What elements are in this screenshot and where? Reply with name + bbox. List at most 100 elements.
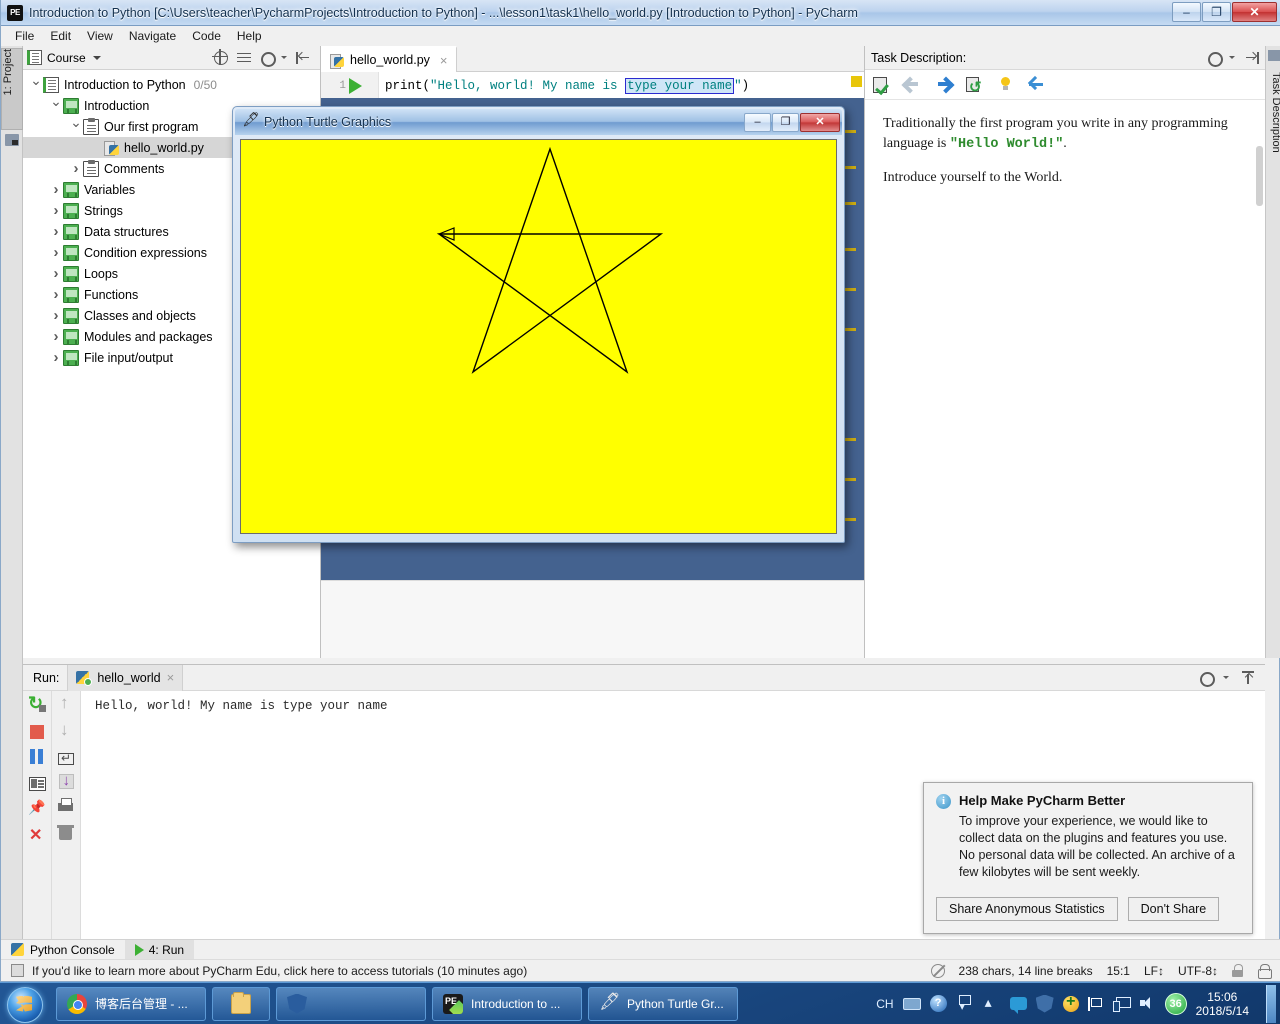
chevron-right-icon[interactable]: [49, 349, 63, 366]
gear-icon[interactable]: [1207, 51, 1223, 67]
clock[interactable]: 15:06 2018/5/14: [1196, 990, 1255, 1018]
chat-icon[interactable]: [1009, 997, 1027, 1014]
ime-options-icon[interactable]: [956, 994, 974, 1013]
answer-placeholder[interactable]: type your name: [625, 78, 735, 94]
rerun-icon[interactable]: [28, 693, 46, 714]
gear-icon[interactable]: [1199, 671, 1215, 687]
sidebar-tab-project[interactable]: 1: Project: [1, 48, 23, 130]
close-tab-icon[interactable]: ×: [440, 53, 448, 68]
task-description-icon[interactable]: [1268, 50, 1280, 61]
message-icon[interactable]: [11, 964, 24, 977]
minimize-button[interactable]: –: [744, 112, 771, 132]
menu-navigate[interactable]: Navigate: [121, 27, 184, 45]
chevron-right-icon[interactable]: [49, 223, 63, 240]
menu-help[interactable]: Help: [229, 27, 270, 45]
chevron-down-icon[interactable]: [49, 97, 63, 114]
soft-wrap-icon[interactable]: [58, 751, 74, 765]
collapse-icon[interactable]: [1028, 76, 1045, 93]
tool-tab-python-console[interactable]: Python Console: [1, 940, 125, 960]
menu-file[interactable]: File: [7, 27, 42, 45]
action-center-flag-icon[interactable]: [1087, 996, 1104, 1011]
taskbar-item-explorer[interactable]: [212, 986, 270, 1021]
hide-panel-icon[interactable]: [1245, 51, 1259, 65]
scroll-up-icon[interactable]: [57, 693, 75, 714]
pin-icon[interactable]: [28, 799, 46, 818]
chevron-down-icon[interactable]: [281, 56, 287, 59]
update-icon[interactable]: [1062, 993, 1079, 1012]
scroll-down-icon[interactable]: [57, 720, 75, 741]
start-button[interactable]: [2, 985, 50, 1023]
chevron-right-icon[interactable]: [49, 244, 63, 261]
dont-share-button[interactable]: Don't Share: [1127, 897, 1220, 921]
chevron-down-icon[interactable]: [69, 118, 83, 135]
scroll-from-source-icon[interactable]: [212, 48, 228, 65]
chevron-down-icon[interactable]: [1223, 676, 1229, 679]
status-message[interactable]: If you'd like to learn more about PyChar…: [32, 964, 527, 978]
share-statistics-button[interactable]: Share Anonymous Statistics: [936, 897, 1118, 921]
refresh-task-icon[interactable]: [966, 76, 983, 96]
tree-node-course-root[interactable]: Introduction to Python 0/50: [23, 74, 320, 95]
run-tab-hello-world[interactable]: hello_world ×: [67, 664, 184, 691]
close-button[interactable]: ✕: [1232, 2, 1277, 22]
menu-edit[interactable]: Edit: [42, 27, 79, 45]
tool-tab-run[interactable]: 4: Run: [124, 939, 195, 960]
read-only-icon[interactable]: [930, 963, 945, 978]
taskbar-item-chrome[interactable]: 博客后台管理 - ...: [56, 986, 206, 1021]
hide-panel-icon[interactable]: [296, 51, 310, 65]
next-task-icon[interactable]: [935, 76, 952, 93]
maximize-button[interactable]: ❐: [772, 112, 799, 132]
volume-icon[interactable]: [1139, 996, 1156, 1011]
hint-bulb-icon[interactable]: [997, 76, 1014, 93]
keyboard-icon[interactable]: [902, 997, 921, 1010]
file-encoding[interactable]: UTF-8↕: [1178, 964, 1218, 978]
clear-all-icon[interactable]: [57, 825, 75, 843]
caret-position[interactable]: 15:1: [1107, 964, 1130, 978]
lock-icon[interactable]: [1232, 964, 1243, 977]
chevron-right-icon[interactable]: [69, 160, 83, 177]
scroll-to-end-icon[interactable]: [58, 772, 74, 789]
close-run-tab-icon[interactable]: ×: [167, 670, 175, 685]
sidebar-tab-task-description[interactable]: Task Description: [1266, 70, 1280, 190]
taskbar-item-pycharm[interactable]: Introduction to ...: [432, 986, 582, 1021]
show-hidden-icons-icon[interactable]: [983, 994, 1001, 1013]
chevron-down-icon[interactable]: [29, 76, 43, 93]
turtle-canvas[interactable]: [241, 140, 836, 533]
close-icon[interactable]: [28, 825, 46, 845]
hide-panel-icon[interactable]: [1241, 671, 1255, 685]
chevron-down-icon[interactable]: [92, 55, 101, 60]
chevron-right-icon[interactable]: [49, 328, 63, 345]
notification-badge[interactable]: 36: [1164, 992, 1187, 1015]
minimize-button[interactable]: –: [1172, 2, 1201, 22]
print-icon[interactable]: [57, 798, 75, 816]
help-icon[interactable]: ?: [929, 995, 947, 1012]
task-scrollbar[interactable]: [1256, 146, 1263, 206]
taskbar-item-turtle[interactable]: Python Turtle Gr...: [588, 986, 738, 1021]
hector-icon[interactable]: [1257, 963, 1272, 979]
line-separator[interactable]: LF↕: [1144, 964, 1164, 978]
chevron-down-icon[interactable]: [1229, 56, 1235, 59]
menu-view[interactable]: View: [79, 27, 121, 45]
close-button[interactable]: ✕: [800, 112, 840, 132]
chevron-right-icon[interactable]: [49, 307, 63, 324]
turtle-title-bar[interactable]: Python Turtle Graphics – ❐ ✕: [235, 109, 842, 135]
chevron-right-icon[interactable]: [49, 265, 63, 282]
gear-icon[interactable]: [260, 51, 276, 67]
structure-icon[interactable]: [5, 134, 19, 146]
collapse-all-icon[interactable]: [237, 51, 251, 65]
chevron-right-icon[interactable]: [49, 202, 63, 219]
show-desktop-button[interactable]: [1266, 984, 1276, 1023]
console-icon[interactable]: [28, 777, 46, 791]
menu-code[interactable]: Code: [184, 27, 229, 45]
chevron-right-icon[interactable]: [49, 181, 63, 198]
check-task-icon[interactable]: [873, 76, 890, 93]
security-shield-icon[interactable]: [1035, 994, 1054, 1013]
editor-tab-hello-world[interactable]: hello_world.py ×: [321, 46, 457, 72]
run-gutter-icon[interactable]: [349, 78, 362, 94]
pause-icon[interactable]: [28, 748, 46, 766]
stop-icon[interactable]: [30, 725, 44, 739]
inspection-status-marker[interactable]: [851, 76, 862, 87]
taskbar-item-security[interactable]: [276, 986, 426, 1021]
previous-task-icon[interactable]: [904, 76, 921, 93]
chevron-right-icon[interactable]: [49, 286, 63, 303]
network-icon[interactable]: [1112, 996, 1131, 1012]
